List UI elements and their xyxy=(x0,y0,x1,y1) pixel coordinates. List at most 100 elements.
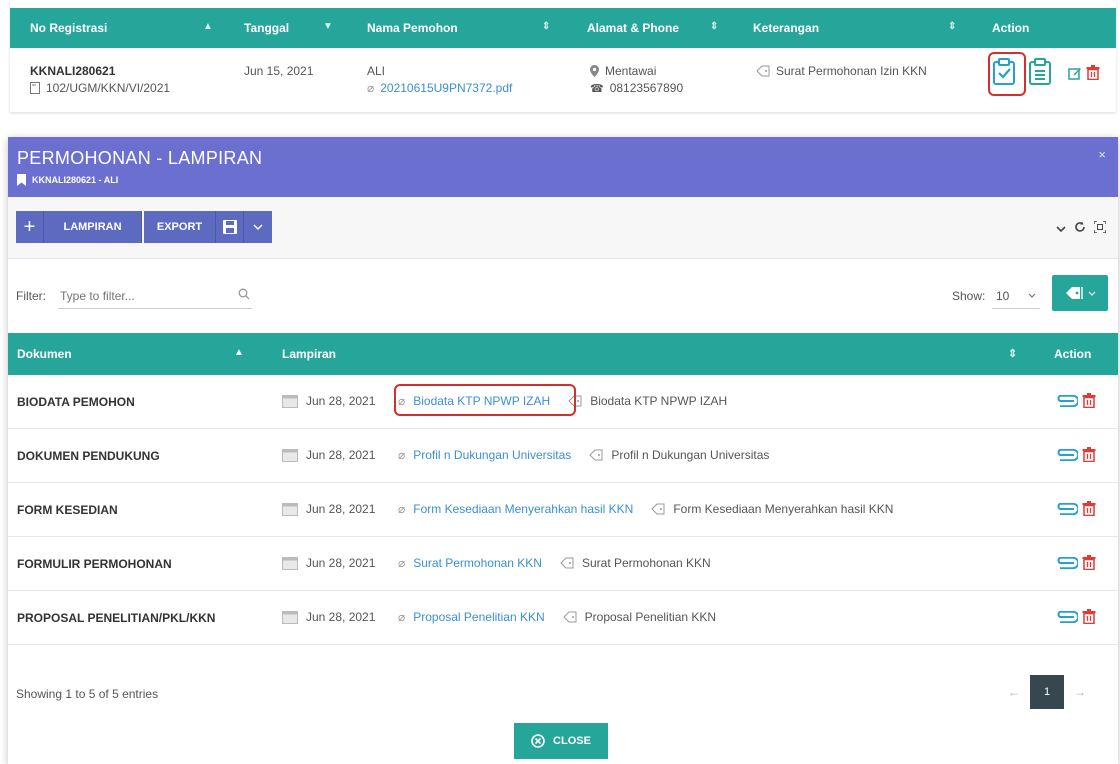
registration-table-header: No Registrasi ▲ Tanggal ▼ Nama Pemohon ⇕… xyxy=(10,8,1116,48)
entries-info: Showing 1 to 5 of 5 entries xyxy=(16,687,159,701)
header-label: Tanggal xyxy=(244,21,290,35)
export-dropdown-chevron-icon[interactable] xyxy=(244,211,272,243)
document-list-button[interactable] xyxy=(1028,58,1052,89)
reg-ref: 102/UGM/KKN/VI/2021 xyxy=(30,81,170,95)
header-dokumen[interactable]: Dokumen xyxy=(17,347,72,361)
reg-ref-text: 102/UGM/KKN/VI/2021 xyxy=(46,81,171,95)
tag-filter-button[interactable] xyxy=(1052,275,1108,311)
paperclip-attach-icon[interactable] xyxy=(1054,448,1078,461)
paperclip-icon: ⌀ xyxy=(398,610,406,624)
show-label: Show: xyxy=(952,289,986,303)
tag-icon xyxy=(589,449,603,461)
sort-icon[interactable]: ⇕ xyxy=(710,21,718,32)
chevron-down-icon xyxy=(1088,291,1095,296)
refresh-icon[interactable] xyxy=(1074,221,1086,236)
header-label: No Registrasi xyxy=(30,21,108,35)
prev-page-button[interactable]: ← xyxy=(1008,685,1020,699)
paperclip-icon: ⌀ xyxy=(398,448,406,462)
next-page-button[interactable]: → xyxy=(1074,685,1086,699)
page-1-button[interactable]: 1 xyxy=(1030,675,1064,709)
header-no-registrasi[interactable]: No Registrasi xyxy=(30,8,107,48)
add-lampiran-button[interactable]: LAMPIRAN xyxy=(44,211,142,243)
add-icon[interactable]: + xyxy=(16,211,44,243)
header-alamat-phone[interactable]: Alamat & Phone xyxy=(587,8,679,48)
paperclip-attach-icon[interactable] xyxy=(1054,502,1078,515)
row-actions xyxy=(1054,447,1096,462)
header-tanggal[interactable]: Tanggal xyxy=(244,8,289,48)
sort-desc-icon[interactable]: ▼ xyxy=(323,21,333,32)
trash-icon[interactable] xyxy=(1082,393,1096,408)
row-date: Jun 28, 2021 xyxy=(282,394,375,408)
close-circle-icon xyxy=(531,734,545,748)
trash-icon[interactable] xyxy=(1082,555,1096,570)
paperclip-attach-icon[interactable] xyxy=(1054,394,1078,407)
close-button[interactable]: CLOSE xyxy=(514,723,608,759)
trash-icon[interactable] xyxy=(1082,501,1096,516)
date-text: Jun 28, 2021 xyxy=(306,556,376,570)
paperclip-attach-icon[interactable] xyxy=(1054,610,1078,623)
row-date: Jun 28, 2021 xyxy=(282,448,375,462)
sort-asc-icon[interactable]: ▲ xyxy=(234,347,244,358)
attachment-link[interactable]: Form Kesediaan Menyerahkan hasil KKN xyxy=(413,502,633,516)
tag-icon xyxy=(560,557,574,569)
attachment-tag: Proposal Penelitian KKN xyxy=(562,610,716,624)
row-date: Jun 28, 2021 xyxy=(282,556,375,570)
filter-input[interactable] xyxy=(58,283,252,309)
sort-asc-icon[interactable]: ▲ xyxy=(203,21,213,32)
sort-icon[interactable]: ⇕ xyxy=(542,21,550,32)
trash-icon[interactable] xyxy=(1082,609,1096,624)
attachment-link[interactable]: Proposal Penelitian KKN xyxy=(413,610,544,624)
row-date: Jun 28, 2021 xyxy=(282,610,375,624)
sort-icon[interactable]: ⇕ xyxy=(1008,347,1017,360)
modal-subtitle-text: KKNALI280621 - ALI xyxy=(32,175,119,185)
chevron-down-icon xyxy=(1028,293,1036,298)
edit-button[interactable] xyxy=(1068,66,1082,83)
row-actions xyxy=(1054,501,1096,516)
date-text: Jun 28, 2021 xyxy=(306,502,376,516)
date-text: Jun 28, 2021 xyxy=(306,610,376,624)
delete-button[interactable] xyxy=(1086,65,1100,83)
header-action: Action xyxy=(992,8,1029,48)
header-keterangan[interactable]: Keterangan xyxy=(753,8,819,48)
document-name: FORM KESEDIAN xyxy=(17,503,118,517)
bookmark-icon xyxy=(17,174,26,186)
header-lampiran[interactable]: Lampiran xyxy=(282,347,336,361)
save-icon[interactable] xyxy=(216,211,244,243)
modal-close-icon[interactable]: × xyxy=(1098,147,1106,162)
calendar-icon xyxy=(282,449,298,462)
export-button[interactable]: EXPORT xyxy=(144,211,216,243)
header-nama-pemohon[interactable]: Nama Pemohon xyxy=(367,8,458,48)
table-row: PROPOSAL PENELITIAN/PKL/KKN Jun 28, 2021… xyxy=(8,591,1118,645)
header-label: Keterangan xyxy=(753,21,820,35)
filter-row: Filter: Show: 10 xyxy=(8,259,1118,333)
attachment-link[interactable]: Surat Permohonan KKN xyxy=(413,556,542,570)
clipboard-list-icon xyxy=(1029,58,1051,85)
attachment-link[interactable]: Profil n Dukungan Universitas xyxy=(413,448,571,462)
page-size-value: 10 xyxy=(996,288,1010,303)
modal-subtitle: KKNALI280621 - ALI xyxy=(17,174,118,186)
table-row: DOKUMEN PENDUKUNG Jun 28, 2021 ⌀ Profil … xyxy=(8,429,1118,483)
chevron-down-icon[interactable] xyxy=(1056,221,1066,236)
attachment: ⌀ Profil n Dukungan Universitas Profil n… xyxy=(398,448,769,462)
table-row: FORMULIR PERMOHONAN Jun 28, 2021 ⌀ Surat… xyxy=(8,537,1118,591)
trash-icon[interactable] xyxy=(1082,447,1096,462)
attachment: ⌀ Form Kesediaan Menyerahkan hasil KKN F… xyxy=(398,502,893,516)
attachment-tag: Biodata KTP NPWP IZAH xyxy=(568,394,727,408)
map-pin-icon xyxy=(590,65,599,77)
page-size-select[interactable]: 10 xyxy=(992,283,1040,309)
tag-text: Surat Permohonan KKN xyxy=(581,556,711,570)
paperclip-icon: ⌀ xyxy=(367,81,375,95)
date: Jun 15, 2021 xyxy=(244,64,314,78)
attachment-filename[interactable]: 20210615U9PN7372.pdf xyxy=(380,81,512,95)
attachment-link[interactable]: ⌀ 20210615U9PN7372.pdf xyxy=(367,81,512,95)
trash-icon xyxy=(1086,65,1100,81)
sort-icon[interactable]: ⇕ xyxy=(948,21,956,32)
address-text: Mentawai xyxy=(605,64,657,78)
paperclip-icon: ⌀ xyxy=(398,502,406,516)
tag-icon xyxy=(562,611,577,623)
paperclip-attach-icon[interactable] xyxy=(1054,556,1078,569)
phone-text: 08123567890 xyxy=(609,81,684,95)
tag-text: Form Kesediaan Menyerahkan hasil KKN xyxy=(673,502,894,516)
row-date: Jun 28, 2021 xyxy=(282,502,375,516)
fullscreen-icon[interactable] xyxy=(1093,220,1107,236)
